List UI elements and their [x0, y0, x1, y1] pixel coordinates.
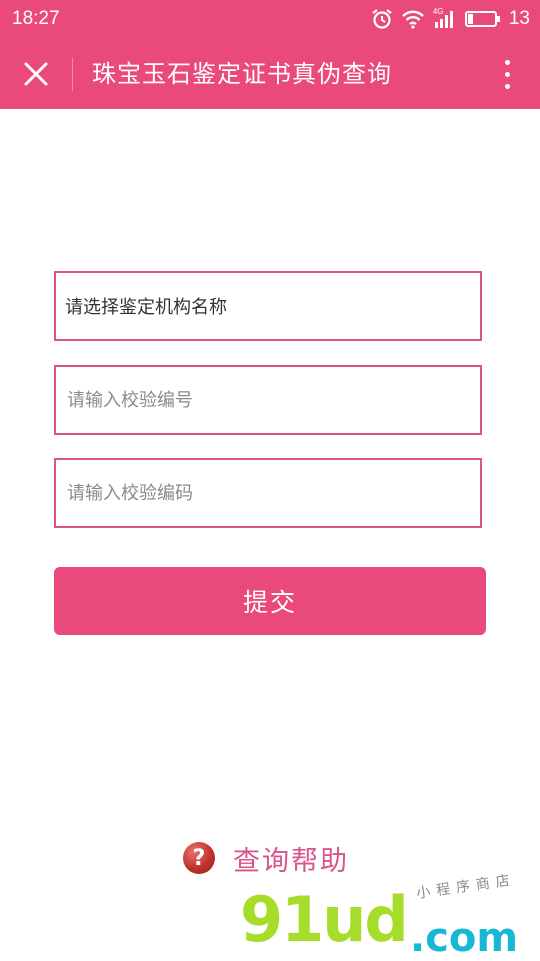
verification-number-field[interactable]: [54, 365, 482, 435]
more-menu-button[interactable]: [492, 54, 522, 94]
institution-select[interactable]: 请选择鉴定机构名称: [54, 271, 482, 341]
status-icons: 4G 13: [371, 6, 530, 32]
watermark-logo-main: 91ud: [240, 883, 409, 956]
battery-level: 13: [508, 8, 530, 29]
status-bar: 18:27 4G 13: [0, 0, 540, 38]
alarm-icon: [371, 8, 393, 30]
app-header: 珠宝玉石鉴定证书真伪查询: [0, 38, 540, 109]
watermark-logo-dotcom: .com: [410, 915, 519, 961]
page-title: 珠宝玉石鉴定证书真伪查询: [92, 60, 392, 88]
battery-icon: [464, 10, 501, 28]
wifi-icon: [401, 9, 425, 29]
watermark-tagline: 小程序商店: [415, 872, 517, 902]
more-dot: [504, 71, 510, 77]
more-dot: [504, 83, 510, 89]
close-icon: [24, 62, 48, 86]
network-type-label: 4G: [432, 7, 444, 16]
institution-select-label: 请选择鉴定机构名称: [65, 297, 227, 318]
verification-code-field[interactable]: [54, 458, 482, 528]
header-divider: [72, 58, 73, 91]
close-button[interactable]: [16, 55, 56, 93]
help-question-icon: ?: [183, 842, 215, 874]
watermark: 91ud 小程序商店 .com: [240, 872, 540, 961]
query-help-label: 查询帮助: [233, 845, 349, 877]
query-help-link[interactable]: ? 查询帮助: [183, 838, 349, 878]
cellular-signal-icon: 4G: [432, 7, 457, 29]
status-time: 18:27: [12, 8, 60, 29]
verification-number-input[interactable]: [65, 388, 480, 412]
submit-button[interactable]: 提交: [54, 567, 486, 635]
more-dot: [504, 59, 510, 65]
verification-code-input[interactable]: [65, 481, 480, 505]
